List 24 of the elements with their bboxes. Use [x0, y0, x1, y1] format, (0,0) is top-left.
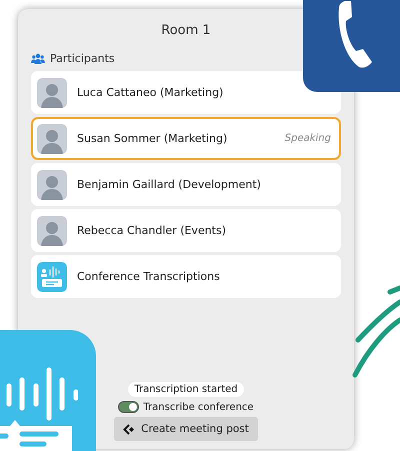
participant-row[interactable]: Luca Cattaneo (Marketing)	[31, 71, 341, 114]
participant-name: Conference Transcriptions	[77, 270, 221, 283]
avatar-icon	[37, 78, 67, 108]
room-title: Room 1	[160, 22, 212, 40]
participant-name: Benjamin Gaillard (Development)	[77, 178, 262, 191]
participant-row[interactable]: Benjamin Gaillard (Development)	[31, 163, 341, 206]
transcription-icon	[37, 262, 67, 292]
create-meeting-post-button[interactable]: Create meeting post	[114, 417, 258, 441]
group-icon	[31, 53, 45, 64]
participants-heading: Participants	[50, 52, 115, 65]
participant-name: Susan Sommer (Marketing)	[77, 132, 228, 145]
participant-row[interactable]: Conference Transcriptions	[31, 255, 341, 298]
avatar-icon	[37, 124, 67, 154]
diamond-arrow-icon	[123, 424, 136, 434]
participant-row[interactable]: Susan Sommer (Marketing) Speaking	[31, 117, 341, 160]
participant-row[interactable]: Rebecca Chandler (Events)	[31, 209, 341, 252]
transcription-status: Transcription started	[128, 382, 244, 397]
participant-name: Luca Cattaneo (Marketing)	[77, 86, 224, 99]
participant-name: Rebecca Chandler (Events)	[77, 224, 228, 237]
speaking-status: Speaking	[284, 133, 331, 144]
transcribe-toggle[interactable]	[118, 401, 140, 413]
toggle-label: Transcribe conference	[143, 402, 254, 412]
avatar-icon	[37, 170, 67, 200]
avatar-icon	[37, 216, 67, 246]
